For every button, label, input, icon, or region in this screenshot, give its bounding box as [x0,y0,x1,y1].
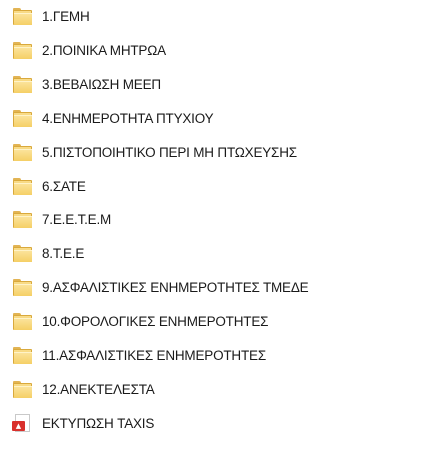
folder-label: 12.ΑΝΕΚΤΕΛΕΣΤΑ [42,381,155,397]
folder-item-tee[interactable]: 8.Τ.Ε.Ε [12,240,422,266]
file-item-ektyposh-taxis[interactable]: ▲ ΕΚΤΥΠΩΣΗ TAXIS [12,410,422,436]
folder-label: 10.ΦΟΡΟΛΟΓΙΚΕΣ ΕΝΗΜΕΡΟΤΗΤΕΣ [42,313,269,329]
folder-item-forologikes[interactable]: 10.ΦΟΡΟΛΟΓΙΚΕΣ ΕΝΗΜΕΡΟΤΗΤΕΣ [12,308,422,334]
folder-icon [12,107,34,129]
folder-icon [12,208,34,230]
folder-label: 5.ΠΙΣΤΟΠΟΙΗΤΙΚΟ ΠΕΡΙ ΜΗ ΠΤΩΧΕΥΣΗΣ [42,144,297,160]
folder-item-asfalistikes[interactable]: 11.ΑΣΦΑΛΙΣΤΙΚΕΣ ΕΝΗΜΕΡΟΤΗΤΕΣ [12,342,422,368]
folder-item-enhmerothta-ptyxiou[interactable]: 4.ΕΝΗΜΕΡΟΤΗΤΑ ΠΤΥΧΙΟΥ [12,105,422,131]
folder-label: 2.ΠΟΙΝΙΚΑ ΜΗΤΡΩΑ [42,42,166,58]
folder-label: 3.ΒΕΒΑΙΩΣΗ ΜΕΕΠ [42,76,161,92]
folder-label: 7.Ε.Ε.Τ.Ε.Μ [42,211,112,227]
folder-item-anektelesta[interactable]: 12.ΑΝΕΚΤΕΛΕΣΤΑ [12,376,422,402]
folder-icon [12,276,34,298]
folder-item-gemh[interactable]: 1.ΓΕΜΗ [12,3,422,29]
folder-label: 4.ΕΝΗΜΕΡΟΤΗΤΑ ΠΤΥΧΙΟΥ [42,110,214,126]
folder-item-poinika-mhtrwa[interactable]: 2.ΠΟΙΝΙΚΑ ΜΗΤΡΩΑ [12,37,422,63]
folder-label: 9.ΑΣΦΑΛΙΣΤΙΚΕΣ ΕΝΗΜΕΡΟΤΗΤΕΣ ΤΜΕΔΕ [42,279,309,295]
folder-item-sate[interactable]: 6.ΣΑΤΕ [12,173,422,199]
folder-icon [12,5,34,27]
folder-label: 6.ΣΑΤΕ [42,178,86,194]
folder-icon [12,39,34,61]
folder-item-bebaiwsh-meep[interactable]: 3.ΒΕΒΑΙΩΣΗ ΜΕΕΠ [12,71,422,97]
folder-icon [12,141,34,163]
folder-icon [12,73,34,95]
folder-icon [12,242,34,264]
folder-label: 1.ΓΕΜΗ [42,8,90,24]
folder-item-asfalistikes-tmede[interactable]: 9.ΑΣΦΑΛΙΣΤΙΚΕΣ ΕΝΗΜΕΡΟΤΗΤΕΣ ΤΜΕΔΕ [12,274,422,300]
file-list: 1.ΓΕΜΗ 2.ΠΟΙΝΙΚΑ ΜΗΤΡΩΑ 3.ΒΕΒΑΙΩΣΗ ΜΕΕΠ … [0,0,425,464]
folder-icon [12,378,34,400]
folder-item-pistopoihtiko[interactable]: 5.ΠΙΣΤΟΠΟΙΗΤΙΚΟ ΠΕΡΙ ΜΗ ΠΤΩΧΕΥΣΗΣ [12,139,422,165]
file-label: ΕΚΤΥΠΩΣΗ TAXIS [42,415,155,431]
folder-item-eetem[interactable]: 7.Ε.Ε.Τ.Ε.Μ [12,206,422,232]
folder-label: 11.ΑΣΦΑΛΙΣΤΙΚΕΣ ΕΝΗΜΕΡΟΤΗΤΕΣ [42,347,266,363]
folder-icon [12,344,34,366]
folder-icon [12,175,34,197]
pdf-file-icon: ▲ [12,412,34,434]
folder-icon [12,310,34,332]
folder-label: 8.Τ.Ε.Ε [42,245,85,261]
